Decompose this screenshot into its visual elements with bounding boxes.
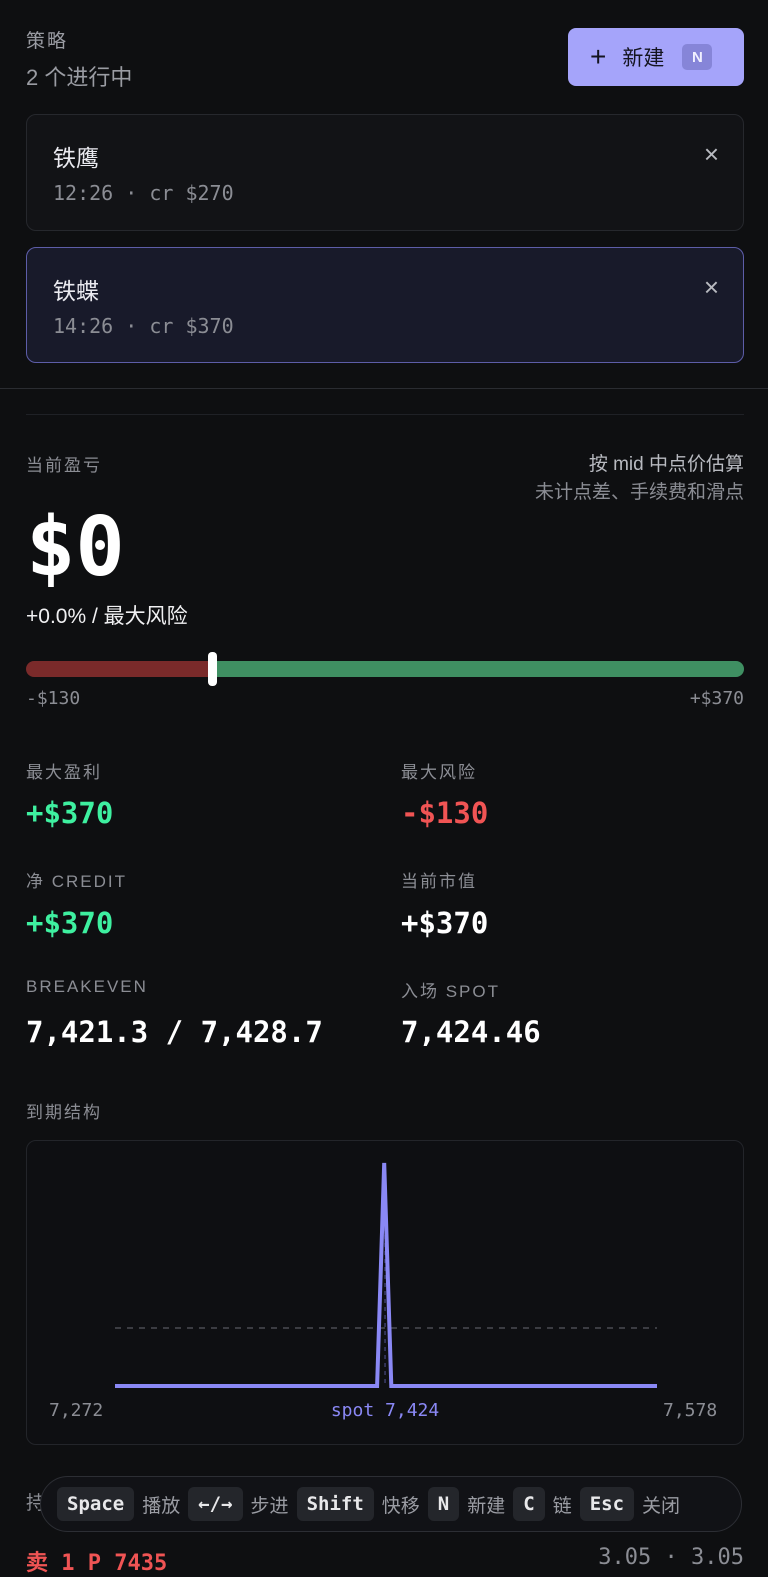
shortcut-key[interactable]: ←/→	[188, 1487, 243, 1521]
section-divider	[0, 388, 768, 389]
max-profit-label: 最大盈利	[26, 763, 102, 782]
chart-tick-min: 7,272	[49, 1400, 103, 1421]
pnl-bar-marker	[208, 652, 217, 686]
strategy-name: 铁鹰	[53, 145, 99, 171]
chart-tick-max: 7,578	[663, 1400, 717, 1421]
shortcut-label: 新建	[467, 1495, 506, 1517]
shortcut-label: 播放	[142, 1495, 181, 1517]
chart-title: 到期结构	[26, 1103, 102, 1122]
net-credit-label: 净 CREDIT	[26, 872, 127, 891]
chart-series-line	[115, 1162, 657, 1388]
page-title: 策略	[26, 31, 69, 52]
payoff-chart-svg: 7,272 7,578 spot 7,424	[49, 1162, 717, 1421]
new-button-label: 新建	[622, 47, 665, 70]
strategy-meta: 12:26 · cr $270	[53, 181, 234, 205]
new-shortcut-key: N	[682, 44, 713, 70]
shortcut-key[interactable]: C	[513, 1487, 545, 1521]
shortcut-key[interactable]: Esc	[579, 1487, 635, 1521]
pnl-percent: +0.0% / 最大风险	[26, 605, 188, 628]
position-leg[interactable]: 卖 1 P 7435	[26, 1545, 167, 1577]
shortcut-label: 链	[552, 1495, 572, 1517]
pnl-note-detail: 未计点差、手续费和滑点	[534, 482, 744, 503]
shortcut-key[interactable]: Space	[57, 1487, 135, 1521]
shortcut-label: 关闭	[642, 1495, 681, 1517]
net-credit-value: +$370	[26, 906, 114, 940]
max-profit-value: +$370	[26, 796, 114, 830]
shortcut-key[interactable]: Shift	[296, 1487, 374, 1521]
pnl-label: 当前盈亏	[26, 456, 102, 475]
entry-spot-label: 入场 SPOT	[401, 982, 501, 1001]
shortcut-label: 步进	[250, 1495, 289, 1517]
plus-icon: +	[590, 41, 607, 72]
market-value-label: 当前市值	[401, 872, 477, 891]
new-strategy-button[interactable]: + 新建 N	[568, 28, 744, 86]
strategy-meta: 14:26 · cr $370	[53, 314, 234, 338]
pnl-bar-loss	[26, 661, 214, 677]
strategy-name: 铁蝶	[53, 278, 99, 304]
shortcut-label: 快移	[381, 1495, 420, 1517]
entry-spot-value: 7,424.46	[401, 1015, 541, 1049]
close-icon[interactable]: ×	[704, 139, 719, 170]
shortcut-key[interactable]: N	[427, 1487, 460, 1521]
strategy-card-active[interactable]: 铁蝶 14:26 · cr $370 ×	[26, 247, 744, 363]
max-risk-value: -$130	[401, 796, 489, 830]
section-divider	[26, 414, 744, 415]
chart-spot-label: spot 7,424	[331, 1400, 439, 1421]
strategy-card[interactable]: 铁鹰 12:26 · cr $270 ×	[26, 114, 744, 231]
pnl-bar-profit	[212, 661, 744, 677]
max-risk-label: 最大风险	[401, 763, 477, 782]
pnl-range-min: -$130	[26, 688, 81, 709]
pnl-note: 按 mid 中点价估算	[588, 454, 744, 475]
pnl-value: $0	[26, 500, 125, 595]
active-count: 2 个进行中	[26, 65, 133, 90]
keyboard-shortcuts-bar: Space 播放 ←/→ 步进 Shift 快移 N 新建 C 链 Esc 关闭	[40, 1476, 742, 1532]
close-icon[interactable]: ×	[704, 272, 719, 303]
payoff-chart: 7,272 7,578 spot 7,424	[26, 1140, 744, 1445]
market-value: +$370	[401, 906, 489, 940]
breakeven-label: BREAKEVEN	[26, 977, 148, 996]
pnl-range-max: +$370	[689, 688, 744, 709]
breakeven-value: 7,421.3 / 7,428.7	[26, 1015, 323, 1049]
